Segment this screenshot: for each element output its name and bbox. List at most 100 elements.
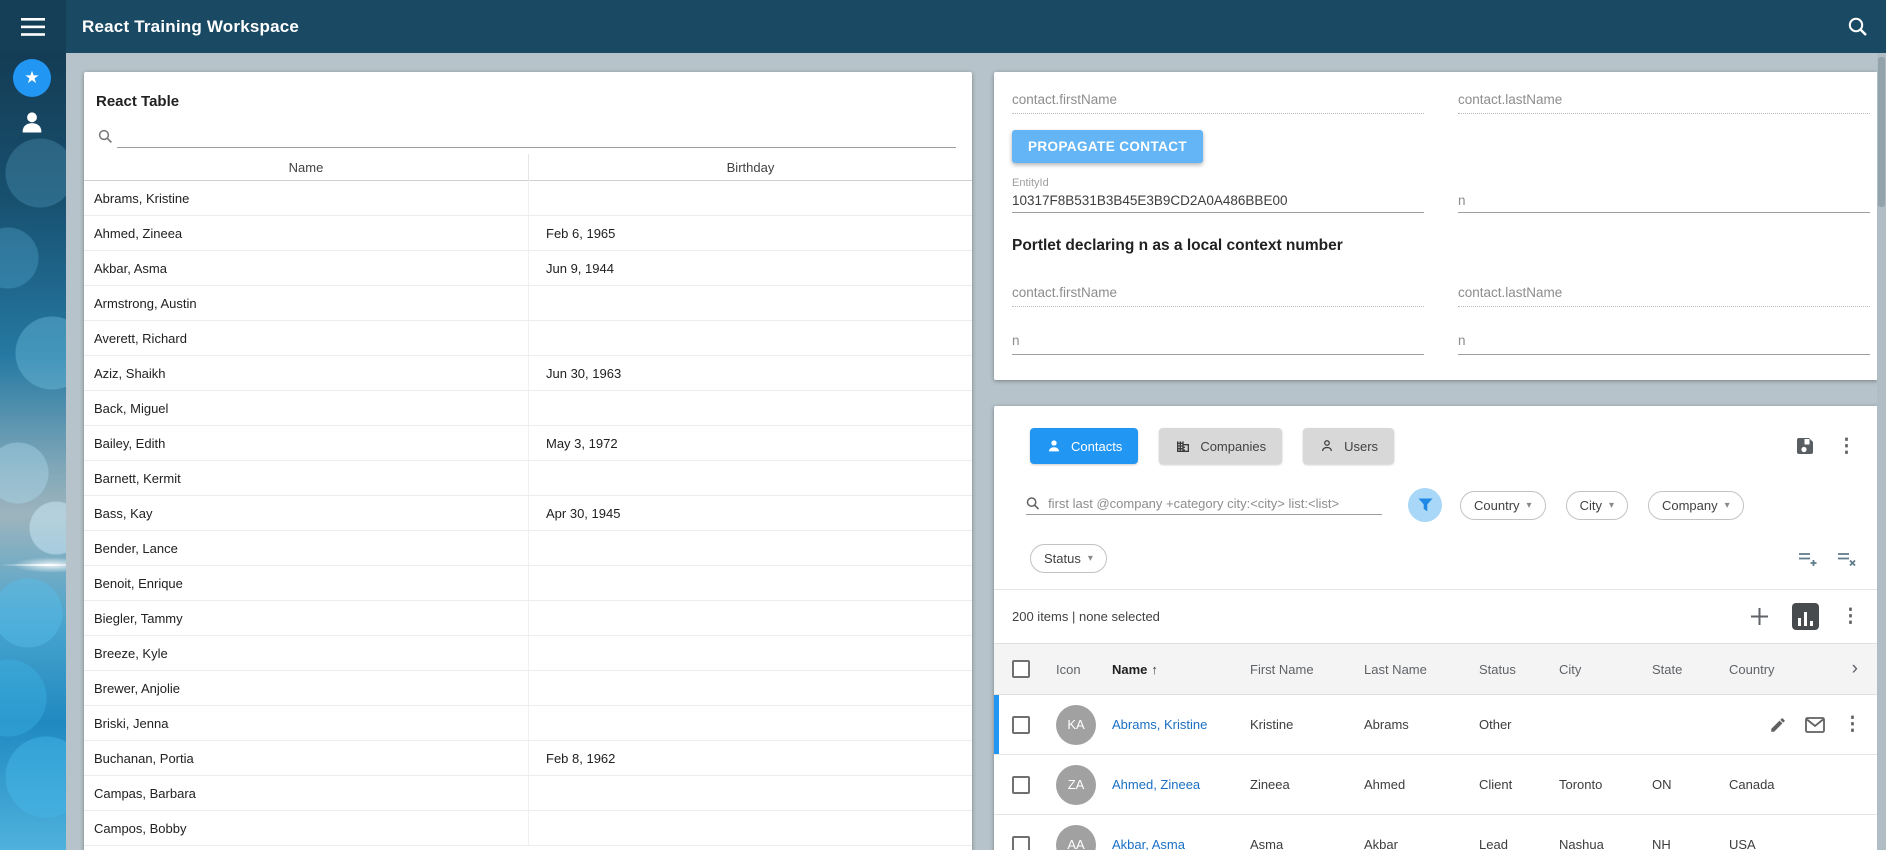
city-filter-chip[interactable]: City ▾ [1566, 491, 1628, 520]
table-row[interactable]: Benoit, Enrique [84, 566, 972, 601]
name-cell: Breeze, Kyle [84, 636, 528, 670]
table-row[interactable]: Aziz, ShaikhJun 30, 1963 [84, 356, 972, 391]
global-search-button[interactable] [1840, 10, 1874, 44]
birthday-cell: Feb 6, 1965 [528, 216, 972, 250]
react-table-card: React Table Name Birthday Abrams, Kristi… [84, 72, 972, 850]
table-row[interactable]: Akbar, AsmaJun 9, 1944 [84, 251, 972, 286]
contact-search-input[interactable] [1048, 496, 1382, 511]
row-actions: ⋮ [1765, 695, 1866, 754]
select-all-checkbox[interactable] [1012, 660, 1030, 678]
contact-firstname-label: contact.firstName [1012, 92, 1424, 114]
clear-filter-line-button[interactable] [1833, 547, 1860, 571]
column-header-state[interactable]: State [1652, 662, 1729, 677]
more-columns-chevron[interactable]: › [1825, 658, 1866, 680]
portlet-heading: Portlet declaring n as a local context n… [1012, 237, 1870, 255]
city-cell: Nashua [1559, 837, 1652, 850]
country-cell: Canada [1729, 777, 1825, 792]
avatar: AA [1056, 825, 1096, 850]
contact-row[interactable]: ZAAhmed, ZineeaZineeaAhmedClientTorontoO… [994, 755, 1878, 815]
column-header-status[interactable]: Status [1479, 662, 1559, 677]
birthday-cell [528, 181, 972, 215]
propagate-contact-button[interactable]: PROPAGATE CONTACT [1012, 130, 1203, 163]
birthday-cell [528, 391, 972, 425]
tab-users[interactable]: Users [1303, 428, 1394, 464]
contact-name-link[interactable]: Ahmed, Zineea [1112, 777, 1250, 792]
contact-name-link[interactable]: Abrams, Kristine [1112, 717, 1250, 732]
column-header-first-name[interactable]: First Name [1250, 662, 1364, 677]
column-header-name[interactable]: Name↑ [1112, 662, 1250, 677]
table-row[interactable]: Breeze, Kyle [84, 636, 972, 671]
row-checkbox[interactable] [1012, 716, 1030, 734]
tab-companies[interactable]: Companies [1159, 428, 1282, 464]
chip-label: Company [1662, 498, 1718, 513]
table-row[interactable]: Bailey, EdithMay 3, 1972 [84, 426, 972, 461]
table-row[interactable]: Ahmed, ZineeaFeb 6, 1965 [84, 216, 972, 251]
column-header-icon: Icon [1056, 662, 1112, 677]
row-checkbox[interactable] [1012, 776, 1030, 794]
birthday-cell [528, 671, 972, 705]
table-row[interactable]: Abrams, Kristine [84, 181, 972, 216]
table-row[interactable]: Bender, Lance [84, 531, 972, 566]
company-filter-chip[interactable]: Company ▾ [1648, 491, 1744, 520]
react-table-rows: Abrams, KristineAhmed, ZineeaFeb 6, 1965… [84, 181, 972, 846]
table-row[interactable]: Brewer, Anjolie [84, 671, 972, 706]
building-icon [1175, 438, 1191, 454]
list-menu-button[interactable]: ⋮ [1837, 603, 1864, 630]
table-row[interactable]: Biegler, Tammy [84, 601, 972, 636]
tab-contacts[interactable]: Contacts [1030, 428, 1138, 464]
entity-id-label: EntityId [1012, 177, 1424, 193]
chip-label: Status [1044, 551, 1081, 566]
chart-view-button[interactable] [1788, 599, 1823, 634]
add-filter-line-button[interactable] [1794, 547, 1821, 571]
table-row[interactable]: Armstrong, Austin [84, 286, 972, 321]
row-menu-button[interactable]: ⋮ [1839, 711, 1866, 738]
name-cell: Benoit, Enrique [84, 566, 528, 600]
plus-icon [1749, 606, 1770, 627]
hamburger-menu-button[interactable] [0, 0, 66, 53]
react-table-search [98, 128, 956, 148]
n-field-bottom-left[interactable]: n [1012, 333, 1424, 355]
table-row[interactable]: Back, Miguel [84, 391, 972, 426]
first-name-cell: Asma [1250, 837, 1364, 850]
email-contact-button[interactable] [1801, 713, 1829, 737]
last-name-cell: Abrams [1364, 717, 1479, 732]
table-row[interactable]: Barnett, Kermit [84, 461, 972, 496]
country-filter-chip[interactable]: Country ▾ [1460, 491, 1546, 520]
state-cell: ON [1652, 777, 1729, 792]
table-row[interactable]: Campas, Barbara [84, 776, 972, 811]
first-name-cell: Kristine [1250, 717, 1364, 732]
table-row[interactable]: Campos, Bobby [84, 811, 972, 846]
entity-id-field[interactable]: EntityId 10317F8B531B3B45E3B9CD2A0A486BB… [1012, 177, 1424, 213]
scrollbar-track[interactable] [1877, 53, 1886, 850]
sidebar-item-account[interactable] [13, 103, 51, 141]
n-field-bottom-right[interactable]: n [1458, 333, 1870, 355]
column-header-country[interactable]: Country [1729, 662, 1825, 677]
browser-menu-button[interactable]: ⋮ [1833, 433, 1860, 460]
table-row[interactable]: Buchanan, PortiaFeb 8, 1962 [84, 741, 972, 776]
row-checkbox[interactable] [1012, 836, 1030, 850]
contact-row[interactable]: AAAkbar, AsmaAsmaAkbarLeadNashuaNHUSA [994, 815, 1878, 850]
table-row[interactable]: Bass, KayApr 30, 1945 [84, 496, 972, 531]
contact-row[interactable]: KAAbrams, KristineKristineAbramsOther⋮ [994, 695, 1878, 755]
n-field-top[interactable]: n [1458, 193, 1870, 213]
scrollbar-thumb[interactable] [1878, 57, 1885, 207]
app-title: React Training Workspace [82, 17, 299, 37]
add-contact-button[interactable] [1745, 602, 1774, 631]
contact-firstname-field-bottom: contact.firstName [1012, 285, 1424, 307]
country-cell: USA [1729, 837, 1825, 850]
table-row[interactable]: Briski, Jenna [84, 706, 972, 741]
chip-label: City [1580, 498, 1602, 513]
table-row[interactable]: Averett, Richard [84, 321, 972, 356]
save-button[interactable] [1791, 432, 1819, 460]
birthday-cell [528, 601, 972, 635]
contact-name-link[interactable]: Akbar, Asma [1112, 837, 1250, 850]
react-table-search-input[interactable] [117, 128, 956, 147]
edit-contact-button[interactable] [1765, 712, 1791, 738]
status-filter-chip[interactable]: Status ▾ [1030, 544, 1107, 573]
column-header-city[interactable]: City [1559, 662, 1652, 677]
sidebar-item-favorites[interactable]: ★ [13, 59, 51, 97]
filter-chips: Country ▾ City ▾ Company ▾ [1460, 491, 1744, 520]
avatar: ZA [1056, 765, 1096, 805]
filter-button[interactable] [1408, 488, 1442, 522]
column-header-last-name[interactable]: Last Name [1364, 662, 1479, 677]
